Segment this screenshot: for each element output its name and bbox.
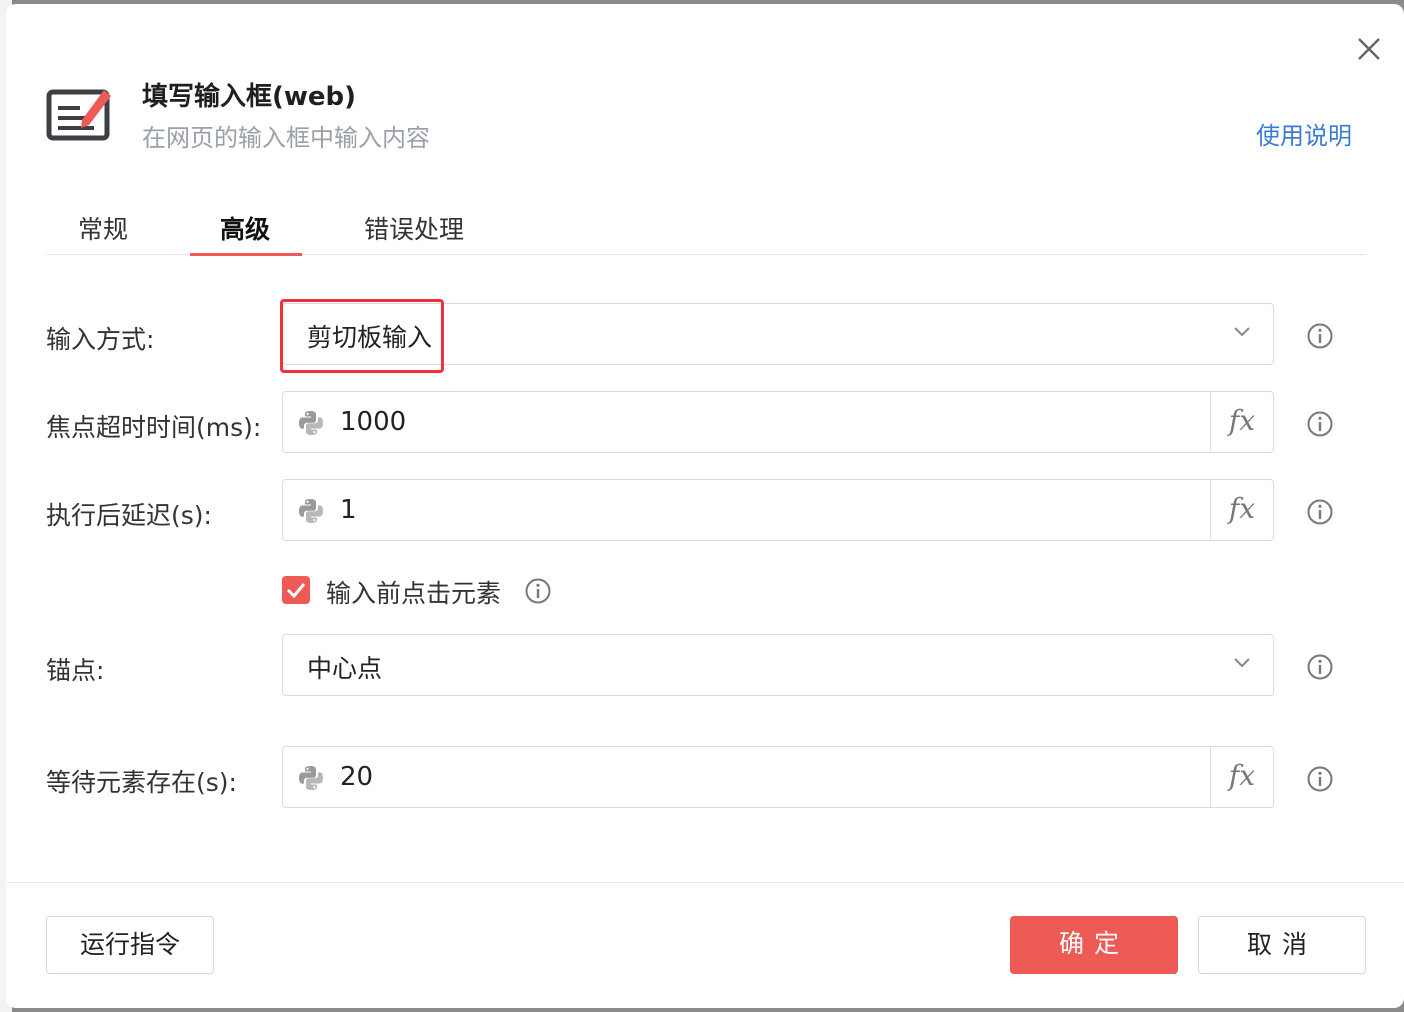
focus-timeout-label: 焦点超时时间(ms): [46, 413, 262, 442]
confirm-button[interactable]: 确定 [1010, 916, 1178, 974]
footer-divider [6, 882, 1404, 883]
form-edit-icon [46, 84, 112, 144]
delay-after-label: 执行后延迟(s): [46, 501, 212, 530]
close-icon[interactable] [1352, 32, 1386, 66]
focus-timeout-value: 1000 [340, 407, 407, 437]
input-method-label: 输入方式: [46, 325, 155, 354]
tab-error-handling[interactable]: 错误处理 [364, 210, 464, 246]
tab-general[interactable]: 常规 [78, 210, 128, 246]
anchor-select[interactable]: 中心点 [282, 634, 1274, 696]
fx-button[interactable]: fx [1210, 392, 1273, 452]
dialog-title: 填写输入框(web) [142, 82, 357, 112]
info-icon[interactable] [1306, 653, 1334, 681]
focus-timeout-input[interactable]: 1000 fx [282, 391, 1274, 453]
info-icon[interactable] [1306, 322, 1334, 350]
active-tab-indicator [190, 253, 302, 256]
fx-button[interactable]: fx [1210, 480, 1273, 540]
info-icon[interactable] [1306, 765, 1334, 793]
tab-bar: 常规 高级 错误处理 [46, 204, 1366, 256]
fx-button[interactable]: fx [1210, 747, 1273, 807]
help-link[interactable]: 使用说明 [1256, 116, 1352, 151]
tab-advanced[interactable]: 高级 [220, 210, 270, 246]
check-icon [286, 583, 306, 599]
chevron-down-icon [1234, 327, 1250, 337]
chevron-down-icon [1234, 658, 1250, 668]
delay-after-input[interactable]: 1 fx [282, 479, 1274, 541]
python-icon [299, 499, 323, 523]
python-icon [299, 766, 323, 790]
input-method-select[interactable]: 剪切板输入 [282, 303, 1274, 365]
cancel-button[interactable]: 取消 [1198, 916, 1366, 974]
python-icon [299, 411, 323, 435]
dialog-subtitle: 在网页的输入框中输入内容 [142, 124, 430, 152]
wait-element-label: 等待元素存在(s): [46, 768, 237, 797]
info-icon[interactable] [1306, 498, 1334, 526]
delay-after-value: 1 [340, 495, 357, 525]
click-before-input-checkbox[interactable] [282, 576, 310, 604]
input-field-dialog: 填写输入框(web) 在网页的输入框中输入内容 使用说明 常规 高级 错误处理 … [6, 4, 1404, 1008]
input-method-value: 剪切板输入 [307, 323, 433, 352]
anchor-label: 锚点: [46, 656, 105, 685]
anchor-value: 中心点 [307, 654, 383, 683]
click-before-input-label[interactable]: 输入前点击元素 [326, 574, 501, 610]
run-command-button[interactable]: 运行指令 [46, 916, 214, 974]
info-icon[interactable] [524, 577, 552, 605]
wait-element-input[interactable]: 20 fx [282, 746, 1274, 808]
info-icon[interactable] [1306, 410, 1334, 438]
wait-element-value: 20 [340, 762, 374, 792]
